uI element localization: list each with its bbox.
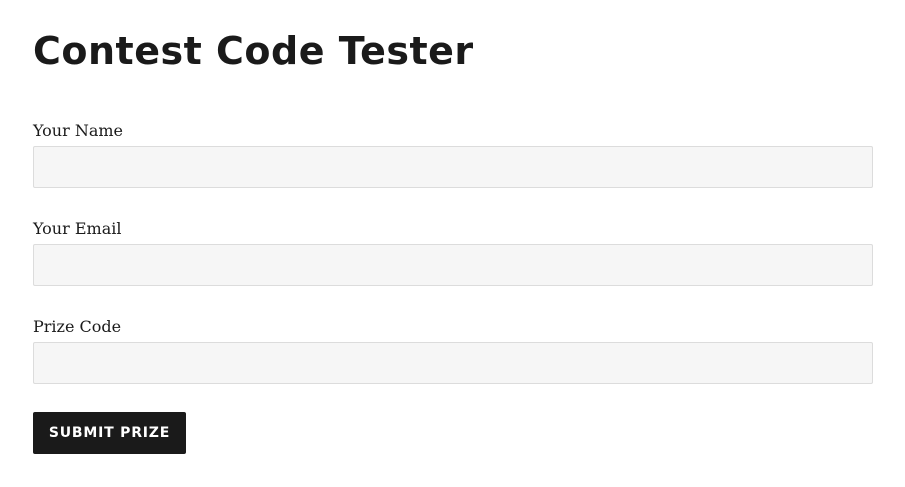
- email-label: Your Email: [33, 219, 122, 238]
- page-title: Contest Code Tester: [33, 29, 474, 73]
- prize-code-input[interactable]: [33, 342, 873, 384]
- name-label: Your Name: [33, 121, 124, 140]
- email-input[interactable]: [33, 244, 873, 286]
- prize-code-label: Prize Code: [33, 317, 122, 336]
- submit-prize-button[interactable]: SUBMIT PRIZE: [33, 412, 186, 454]
- name-input[interactable]: [33, 146, 873, 188]
